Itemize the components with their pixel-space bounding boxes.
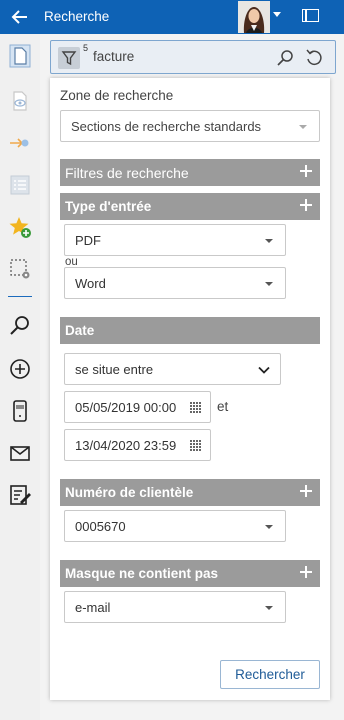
calendar-grid-icon[interactable] [190, 440, 201, 451]
workflow-icon[interactable] [8, 131, 32, 155]
side-rail [0, 34, 40, 720]
user-avatar[interactable] [238, 1, 270, 33]
type-value-1: PDF [75, 233, 101, 248]
add-icon[interactable] [8, 357, 32, 381]
date-operator-select[interactable]: se situe entre [64, 353, 281, 385]
window-toggle-icon[interactable] [302, 9, 319, 22]
search-bar[interactable]: 5 facture [50, 40, 336, 74]
chevron-down-icon [265, 525, 273, 529]
preview-icon[interactable] [8, 89, 32, 113]
avatar-image [238, 1, 270, 33]
zone-select[interactable]: Sections de recherche standards [60, 110, 320, 142]
zone-value: Sections de recherche standards [71, 119, 262, 134]
filter-count-badge: 5 [83, 43, 89, 53]
type-header[interactable]: Type d'entrée [60, 193, 320, 220]
list-icon[interactable] [8, 173, 32, 197]
filters-header[interactable]: Filtres de recherche [60, 159, 320, 186]
favorite-add-icon[interactable] [8, 215, 32, 239]
search-filter-panel: Zone de recherche Sections de recherche … [50, 78, 330, 700]
plus-icon[interactable] [300, 199, 312, 211]
barcode-scanner-icon[interactable] [8, 399, 32, 423]
filters-header-label: Filtres de recherche [65, 165, 189, 181]
funnel-icon [61, 51, 77, 66]
chevron-down-icon [265, 239, 273, 243]
selection-settings-icon[interactable] [8, 257, 32, 281]
user-menu-caret-icon[interactable] [273, 12, 281, 17]
plus-icon[interactable] [300, 485, 312, 497]
page-title: Recherche [44, 9, 110, 24]
plus-icon[interactable] [300, 566, 312, 578]
rail-divider [8, 296, 32, 297]
reset-icon[interactable] [304, 48, 324, 68]
type-value-2: Word [75, 276, 106, 291]
magnifier-icon[interactable] [275, 48, 295, 68]
plus-icon[interactable] [300, 165, 312, 177]
date-operator-value: se situe entre [75, 362, 154, 377]
chevron-down-icon [265, 282, 273, 286]
client-value: 0005670 [75, 519, 126, 534]
mask-value: e-mail [75, 600, 111, 615]
search-icon[interactable] [8, 314, 32, 338]
document-icon[interactable] [8, 44, 32, 68]
edit-list-icon[interactable] [8, 483, 32, 507]
search-input[interactable]: facture [93, 49, 134, 64]
client-header-label: Numéro de clientèle [65, 485, 194, 500]
date-header[interactable]: Date [60, 317, 320, 344]
type-header-label: Type d'entrée [65, 199, 152, 214]
chevron-down-icon [258, 366, 270, 374]
type-select-1[interactable]: PDF [64, 224, 286, 256]
type-select-2[interactable]: Word [64, 267, 286, 299]
title-bar: Recherche [0, 0, 344, 34]
search-submit-button[interactable]: Rechercher [220, 660, 320, 689]
zone-label: Zone de recherche [60, 88, 174, 103]
mask-select[interactable]: e-mail [64, 591, 286, 623]
calendar-grid-icon[interactable] [190, 402, 201, 413]
and-label: et [217, 399, 229, 414]
mask-header[interactable]: Masque ne contient pas [60, 560, 320, 587]
date-from-value: 05/05/2019 00:00 [75, 400, 177, 415]
chevron-down-icon [299, 125, 307, 129]
date-from-input[interactable]: 05/05/2019 00:00 [64, 391, 211, 423]
chevron-down-icon [265, 606, 273, 610]
arrow-left-icon[interactable] [10, 7, 30, 27]
filter-button[interactable] [58, 47, 80, 69]
date-header-label: Date [65, 323, 95, 338]
client-header[interactable]: Numéro de clientèle [60, 479, 320, 506]
date-to-value: 13/04/2020 23:59 [75, 438, 177, 453]
mask-header-label: Masque ne contient pas [65, 566, 219, 581]
date-to-input[interactable]: 13/04/2020 23:59 [64, 429, 211, 461]
mail-icon[interactable] [8, 441, 32, 465]
client-select[interactable]: 0005670 [64, 510, 286, 542]
